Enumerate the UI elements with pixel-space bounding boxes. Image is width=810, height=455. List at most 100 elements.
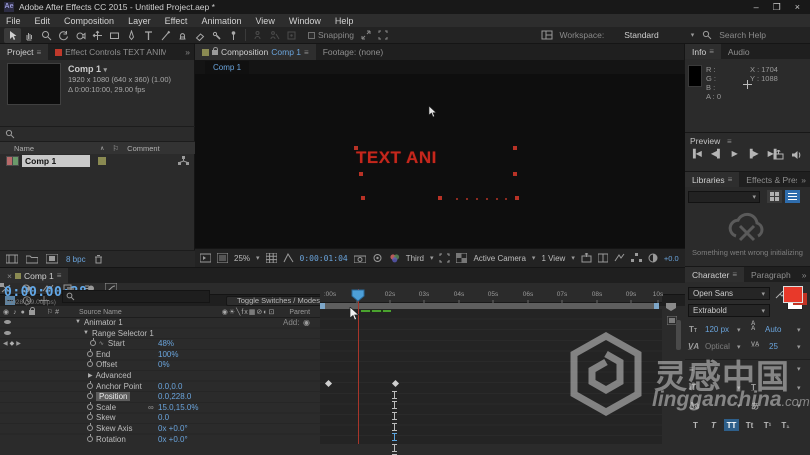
- eraser-tool-icon[interactable]: [191, 28, 208, 43]
- first-frame-button[interactable]: ▐◀: [690, 149, 702, 158]
- pen-tool-icon[interactable]: [123, 28, 140, 43]
- keyframe-toggle-icon[interactable]: ◆: [10, 340, 15, 347]
- eye-icon[interactable]: [4, 331, 11, 335]
- tracking-value[interactable]: 25: [769, 342, 778, 351]
- puppet-pin-tool-icon[interactable]: [225, 28, 242, 43]
- rotation-value[interactable]: 0x +0.0°: [158, 435, 188, 444]
- subscript-button[interactable]: T₁: [778, 419, 793, 431]
- end-label[interactable]: End: [96, 350, 110, 359]
- row-end[interactable]: End 100%: [0, 349, 320, 359]
- camera-tool-icon[interactable]: [72, 28, 89, 43]
- composition-viewer[interactable]: TEXT ANI: [195, 74, 685, 248]
- skew-label[interactable]: Skew: [96, 413, 116, 422]
- minimize-button[interactable]: –: [754, 2, 759, 13]
- region-of-interest-icon[interactable]: [439, 253, 450, 263]
- stopwatch-icon[interactable]: [87, 391, 93, 399]
- new-folder-icon[interactable]: [26, 254, 38, 264]
- start-label[interactable]: Start: [108, 339, 125, 348]
- snapshot-icon[interactable]: [353, 254, 366, 263]
- snapping-checkbox[interactable]: [308, 31, 315, 39]
- row-scale[interactable]: Scale ∞ 15.0,15.0%: [0, 402, 320, 412]
- column-name[interactable]: Name: [14, 144, 34, 153]
- font-size-caret-icon[interactable]: ▾: [737, 326, 741, 334]
- animator-label[interactable]: Animator 1: [84, 318, 123, 327]
- panel-menu-icon[interactable]: ≡: [727, 137, 732, 146]
- workspace-icon[interactable]: [538, 28, 555, 43]
- keyframe-next-icon[interactable]: ▶: [16, 340, 21, 347]
- viewer-tab-comp1[interactable]: Comp 1: [205, 61, 250, 74]
- kerning-caret-icon[interactable]: ▾: [737, 343, 741, 351]
- always-preview-icon[interactable]: [200, 253, 211, 263]
- label-color-chip[interactable]: [98, 156, 107, 165]
- stopwatch-icon[interactable]: [87, 359, 93, 367]
- tab-overflow-icon[interactable]: »: [797, 172, 810, 187]
- menu-animation[interactable]: Animation: [201, 16, 241, 26]
- tab-timeline-comp1[interactable]: × Comp 1 ≡: [0, 268, 69, 283]
- menu-window[interactable]: Window: [289, 16, 321, 26]
- snap-expand-icon[interactable]: [358, 28, 375, 43]
- timeline-flow-icon[interactable]: [630, 253, 642, 263]
- row-animator[interactable]: ▼ Animator 1 Add: ◉: [0, 317, 320, 327]
- menu-help[interactable]: Help: [335, 16, 354, 26]
- close-tab-icon[interactable]: ×: [7, 271, 12, 281]
- position-value[interactable]: 0.0,228.0: [158, 392, 191, 401]
- selection-handle[interactable]: [354, 146, 358, 150]
- constrain-link-icon[interactable]: ∞: [148, 403, 154, 412]
- new-composition-icon[interactable]: [46, 254, 58, 264]
- maximize-button[interactable]: ❐: [773, 2, 781, 13]
- menu-effect[interactable]: Effect: [165, 16, 188, 26]
- camera-caret-icon[interactable]: ▾: [532, 254, 536, 262]
- export-preview-icon[interactable]: [773, 150, 784, 160]
- font-size-value[interactable]: 120 px: [705, 325, 729, 334]
- magnification-icon[interactable]: [217, 253, 228, 263]
- selection-handle[interactable]: [359, 172, 363, 176]
- pan-behind-tool-icon[interactable]: [89, 28, 106, 43]
- fast-previews-icon[interactable]: [614, 253, 625, 263]
- row-range-selector[interactable]: ▼ Range Selector 1: [0, 328, 320, 338]
- project-row-label[interactable]: Comp 1: [22, 154, 91, 167]
- advanced-label[interactable]: Advanced: [96, 371, 132, 380]
- anchor-point-value[interactable]: 0.0,0.0: [158, 382, 182, 391]
- comp-tab-name[interactable]: Comp 1: [271, 47, 301, 57]
- toggle-switches-modes-button[interactable]: Toggle Switches / Modes: [226, 295, 331, 306]
- tab-composition[interactable]: Composition Comp 1 ≡: [195, 44, 316, 60]
- keyframe-prev-icon[interactable]: ◀: [3, 340, 8, 347]
- column-comment[interactable]: Comment: [127, 144, 160, 153]
- panel-menu-icon[interactable]: ≡: [57, 271, 62, 280]
- search-help-label[interactable]: Search Help: [719, 30, 766, 40]
- previous-frame-button[interactable]: ◀▌: [711, 149, 723, 158]
- zoom-value[interactable]: 25%: [234, 254, 250, 263]
- stopwatch-icon[interactable]: [87, 412, 93, 420]
- channels-icon[interactable]: [389, 253, 400, 263]
- grid-view-button[interactable]: [767, 190, 782, 203]
- superscript-button[interactable]: T¹: [760, 419, 775, 431]
- offset-value[interactable]: 0%: [158, 360, 170, 369]
- timeline-graph-area[interactable]: [320, 309, 662, 444]
- panel-menu-icon[interactable]: ≡: [304, 48, 309, 57]
- play-button[interactable]: ▶: [732, 149, 738, 158]
- type-tool-icon[interactable]: [140, 28, 157, 43]
- hscale-caret-icon[interactable]: ▾: [797, 384, 801, 392]
- faux-bold-button[interactable]: T: [688, 419, 703, 431]
- current-time-indicator-handle[interactable]: [351, 289, 365, 302]
- font-family-dropdown[interactable]: Open Sans ▾: [688, 287, 770, 300]
- rotation-label[interactable]: Rotation: [96, 435, 126, 444]
- camera-view-value[interactable]: Active Camera: [473, 254, 525, 263]
- zoom-caret-icon[interactable]: ▾: [256, 254, 260, 262]
- timeline-scrollbar[interactable]: [676, 320, 681, 350]
- brush-tool-icon[interactable]: [157, 28, 174, 43]
- workspace-caret-icon[interactable]: ▾: [691, 31, 695, 39]
- tab-overflow-icon[interactable]: »: [798, 267, 810, 282]
- zoom-tool-icon[interactable]: [38, 28, 55, 43]
- kerning-value[interactable]: Optical: [705, 342, 730, 351]
- tab-overflow-icon[interactable]: »: [181, 44, 194, 60]
- roto-brush-tool-icon[interactable]: [208, 28, 225, 43]
- timeline-search[interactable]: [62, 290, 210, 303]
- close-button[interactable]: ×: [795, 2, 800, 13]
- stopwatch-icon[interactable]: [89, 338, 96, 346]
- menu-view[interactable]: View: [255, 16, 274, 26]
- stopwatch-icon[interactable]: [87, 423, 93, 431]
- tab-project[interactable]: Project ≡: [0, 44, 49, 60]
- delete-icon[interactable]: [94, 254, 103, 264]
- stopwatch-icon[interactable]: [87, 434, 93, 442]
